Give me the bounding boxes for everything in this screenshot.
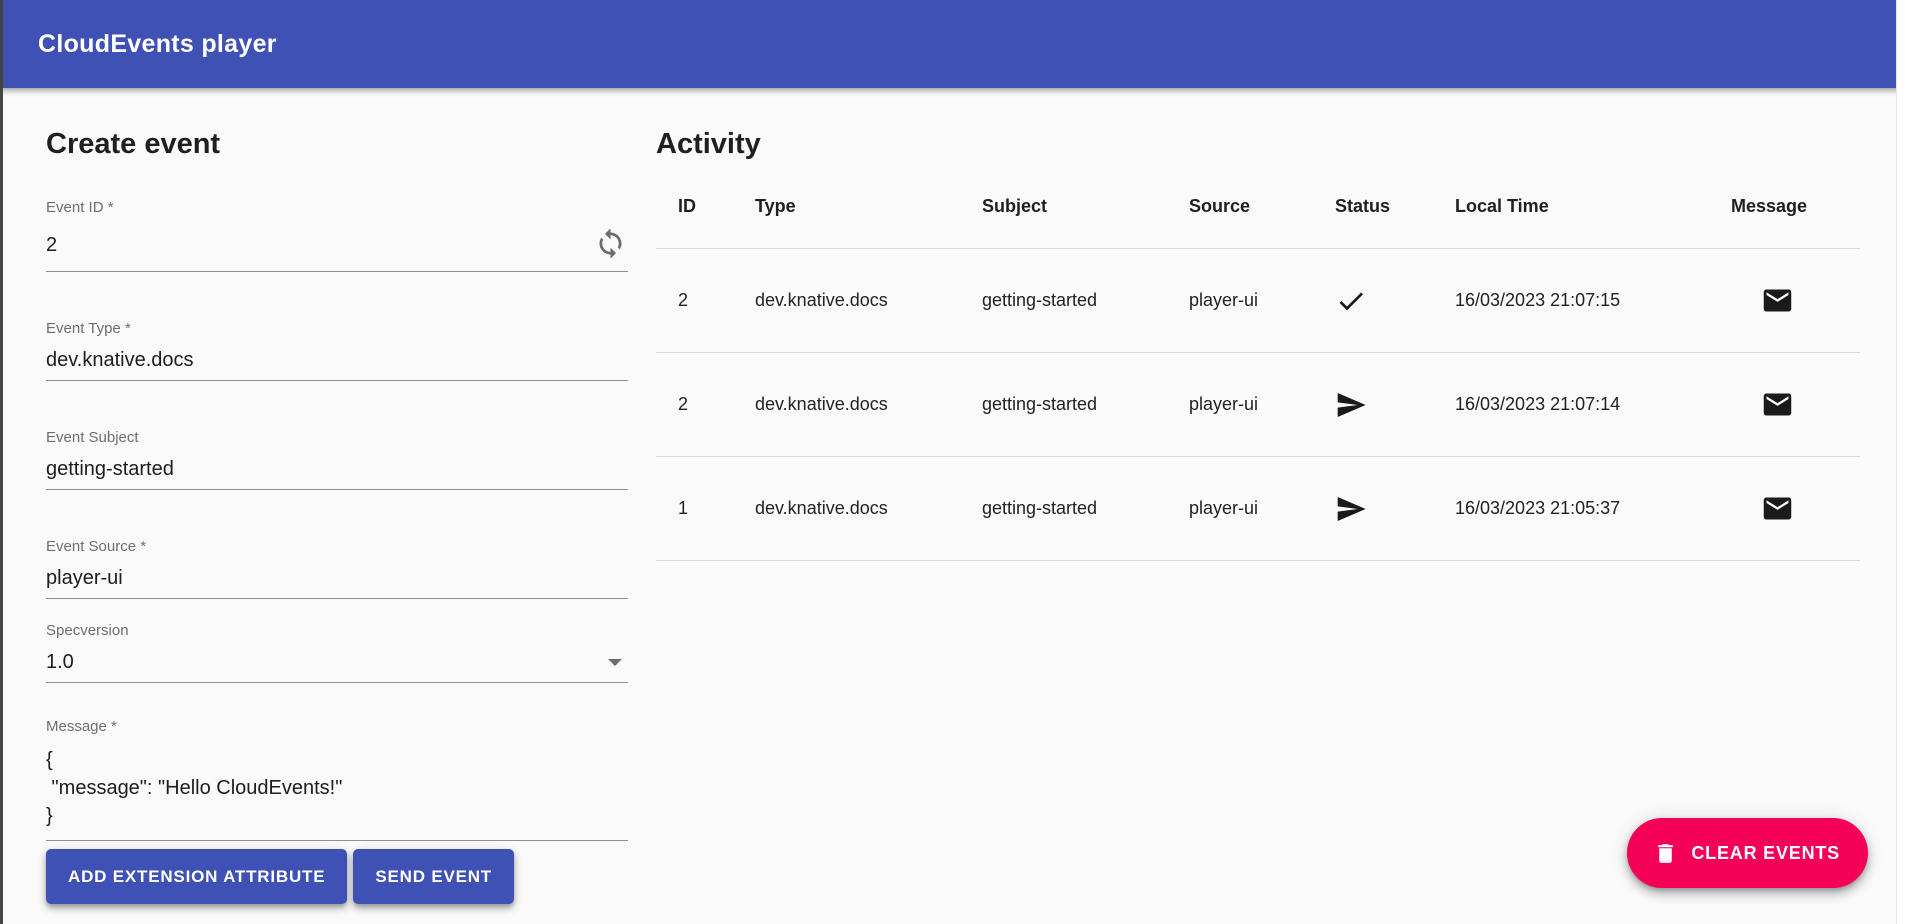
send-icon [1335, 493, 1455, 525]
row-subject: getting-started [982, 290, 1189, 311]
event-id-input[interactable]: 2 [46, 233, 57, 257]
event-id-field[interactable]: Event ID * 2 [46, 199, 628, 272]
message-textarea[interactable]: { "message": "Hello CloudEvents!" } [46, 746, 628, 830]
view-message-button[interactable] [1761, 284, 1794, 317]
row-source: player-ui [1189, 498, 1335, 519]
form-actions: ADD EXTENSION ATTRIBUTE SEND EVENT [46, 849, 628, 904]
event-type-field[interactable]: Event Type * dev.knative.docs [46, 320, 628, 381]
email-icon [1761, 388, 1794, 421]
row-local-time: 16/03/2023 21:07:14 [1455, 394, 1731, 415]
event-source-input[interactable]: player-ui [46, 566, 123, 590]
email-icon [1761, 492, 1794, 525]
app-title: CloudEvents player [38, 30, 277, 59]
row-subject: getting-started [982, 498, 1189, 519]
create-event-panel: Create event Event ID * 2 Event Type * d… [46, 124, 628, 904]
event-source-field[interactable]: Event Source * player-ui [46, 538, 628, 599]
create-event-heading: Create event [46, 124, 628, 164]
row-source: player-ui [1189, 394, 1335, 415]
column-header-source: Source [1189, 196, 1335, 217]
specversion-select[interactable]: 1.0 [46, 650, 74, 674]
column-header-type: Type [755, 196, 982, 217]
clear-events-button[interactable]: CLEAR EVENTS [1627, 818, 1868, 888]
row-subject: getting-started [982, 394, 1189, 415]
send-event-button[interactable]: SEND EVENT [353, 849, 514, 904]
email-icon [1761, 284, 1794, 317]
window-left-edge [0, 0, 3, 924]
app-header: CloudEvents player [0, 0, 1905, 88]
specversion-field[interactable]: Specversion 1.0 [46, 622, 628, 683]
specversion-label: Specversion [46, 622, 628, 640]
trash-icon [1653, 841, 1678, 866]
row-type: dev.knative.docs [755, 290, 982, 311]
message-field[interactable]: Message * { "message": "Hello CloudEvent… [46, 718, 628, 841]
row-local-time: 16/03/2023 21:05:37 [1455, 498, 1731, 519]
row-id: 1 [678, 498, 755, 519]
row-id: 2 [678, 290, 755, 311]
row-local-time: 16/03/2023 21:07:15 [1455, 290, 1731, 311]
column-header-message: Message [1731, 196, 1860, 217]
message-label: Message * [46, 718, 628, 736]
vertical-scrollbar[interactable] [1896, 0, 1905, 924]
column-header-status: Status [1335, 196, 1455, 217]
add-extension-attribute-button[interactable]: ADD EXTENSION ATTRIBUTE [46, 849, 347, 904]
column-header-subject: Subject [982, 196, 1189, 217]
view-message-button[interactable] [1761, 492, 1794, 525]
main-content: Create event Event ID * 2 Event Type * d… [0, 88, 1905, 904]
row-source: player-ui [1189, 290, 1335, 311]
regenerate-id-button[interactable] [592, 227, 628, 263]
check-icon [1335, 285, 1455, 317]
event-type-label: Event Type * [46, 320, 628, 338]
activity-table-header: ID Type Subject Source Status Local Time… [656, 164, 1860, 249]
event-type-input[interactable]: dev.knative.docs [46, 348, 194, 372]
table-row: 1 dev.knative.docs getting-started playe… [656, 457, 1860, 561]
chevron-down-icon[interactable] [608, 659, 622, 666]
event-subject-input[interactable]: getting-started [46, 457, 174, 481]
row-id: 2 [678, 394, 755, 415]
event-subject-field[interactable]: Event Subject getting-started [46, 429, 628, 490]
event-id-label: Event ID * [46, 199, 628, 217]
event-subject-label: Event Subject [46, 429, 628, 447]
send-icon [1335, 389, 1455, 421]
event-source-label: Event Source * [46, 538, 628, 556]
row-type: dev.knative.docs [755, 498, 982, 519]
activity-heading: Activity [656, 124, 1860, 164]
column-header-id: ID [678, 196, 755, 217]
sync-icon [594, 227, 627, 263]
table-row: 2 dev.knative.docs getting-started playe… [656, 249, 1860, 353]
row-type: dev.knative.docs [755, 394, 982, 415]
activity-panel: Activity ID Type Subject Source Status L… [656, 124, 1860, 904]
column-header-local-time: Local Time [1455, 196, 1731, 217]
clear-events-label: CLEAR EVENTS [1691, 843, 1840, 864]
table-row: 2 dev.knative.docs getting-started playe… [656, 353, 1860, 457]
view-message-button[interactable] [1761, 388, 1794, 421]
